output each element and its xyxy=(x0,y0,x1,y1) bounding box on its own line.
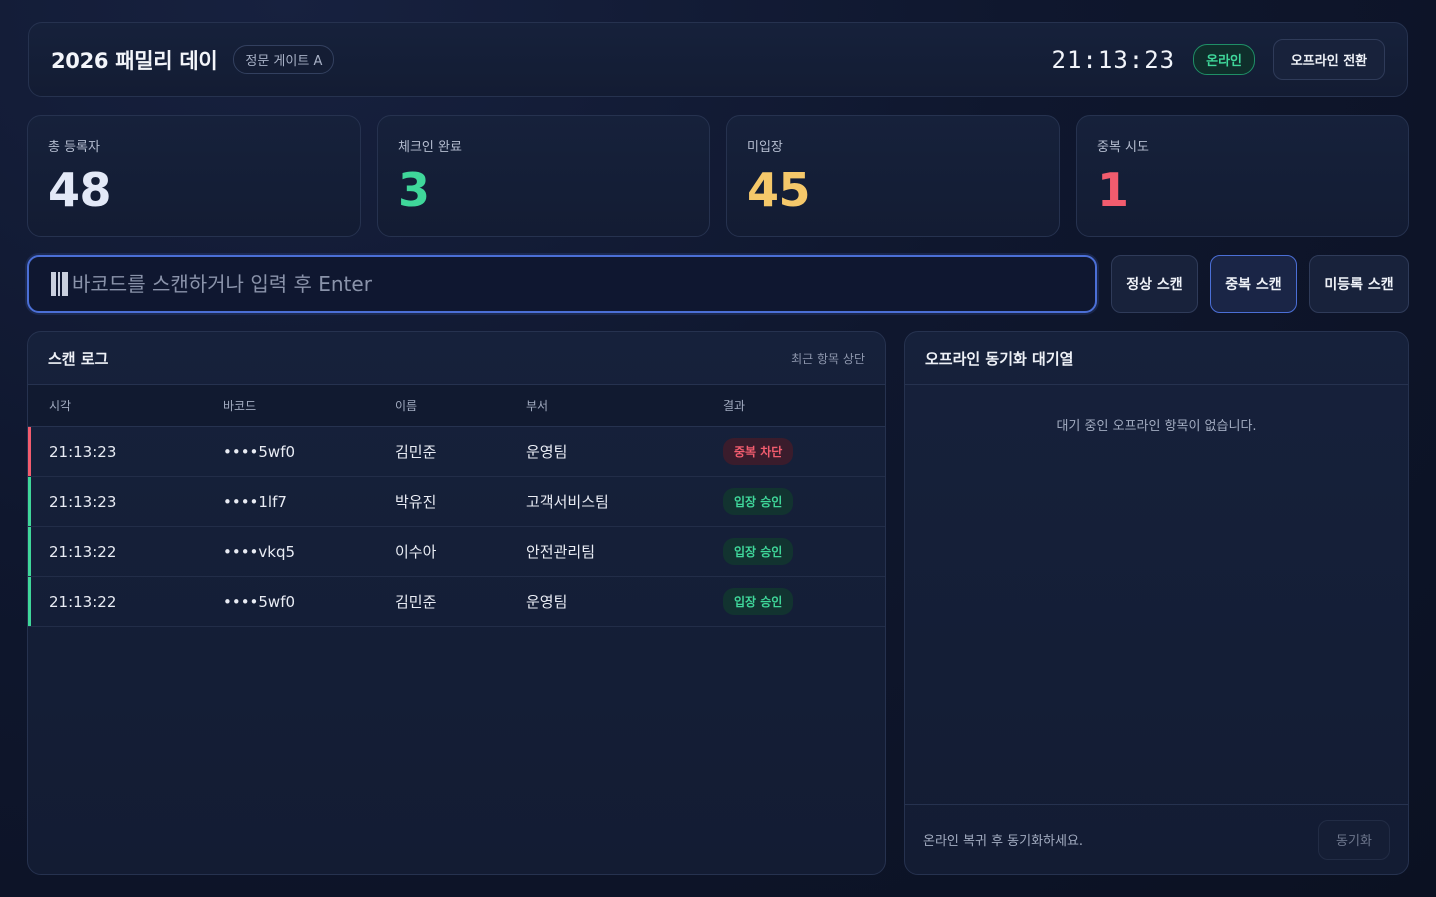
top-header: 2026 패밀리 데이 정문 게이트 A 21:13:23 온라인 오프라인 전… xyxy=(28,22,1408,97)
cell-dept: 고객서비스팀 xyxy=(526,493,609,511)
cell-barcode: ••••5wf0 xyxy=(223,442,296,461)
column-header-dept: 부서 xyxy=(526,399,549,413)
column-header-name: 이름 xyxy=(395,399,418,413)
online-status-badge: 온라인 xyxy=(1193,44,1255,75)
cell-dept: 안전관리팀 xyxy=(526,543,596,561)
stat-card-duplicate: 중복 시도 1 xyxy=(1076,115,1409,237)
event-title: 2026 패밀리 데이 xyxy=(51,48,218,73)
queue-footer: 온라인 복귀 후 동기화하세요. 동기화 xyxy=(905,804,1408,874)
sync-button[interactable]: 동기화 xyxy=(1318,819,1390,860)
scan-log-panel: 스캔 로그 최근 항목 상단 시각 바코드 이름 부서 결과 21:13:23 … xyxy=(27,331,886,875)
cell-dept: 운영팀 xyxy=(526,443,568,461)
offline-queue-panel: 오프라인 동기화 대기열 대기 중인 오프라인 항목이 없습니다. 온라인 복귀… xyxy=(904,331,1409,875)
table-row: 21:13:22 ••••5wf0 김민준 운영팀 입장 승인 xyxy=(28,577,885,627)
status-indicator xyxy=(28,427,31,476)
cell-time: 21:13:23 xyxy=(49,492,117,511)
cell-time: 21:13:23 xyxy=(49,442,117,461)
stat-label: 중복 시도 xyxy=(1097,140,1149,155)
stat-value: 45 xyxy=(747,163,811,217)
cell-barcode: ••••vkq5 xyxy=(223,542,296,561)
scan-log-header: 스캔 로그 최근 항목 상단 xyxy=(28,332,885,385)
status-indicator xyxy=(28,477,31,526)
queue-hint: 온라인 복귀 후 동기화하세요. xyxy=(923,834,1084,849)
duplicate-scan-button[interactable]: 중복 스캔 xyxy=(1210,255,1297,313)
cell-time: 21:13:22 xyxy=(49,592,117,611)
scan-log-title: 스캔 로그 xyxy=(48,349,109,368)
table-header: 시각 바코드 이름 부서 결과 xyxy=(28,385,885,427)
table-row: 21:13:23 ••••5wf0 김민준 운영팀 중복 차단 xyxy=(28,427,885,477)
stat-card-total: 총 등록자 48 xyxy=(27,115,361,237)
result-badge: 입장 승인 xyxy=(723,538,794,565)
result-badge: 입장 승인 xyxy=(723,588,794,615)
stat-label: 총 등록자 xyxy=(48,140,100,155)
queue-header: 오프라인 동기화 대기열 xyxy=(905,332,1408,385)
gate-badge: 정문 게이트 A xyxy=(233,45,335,74)
cell-dept: 운영팀 xyxy=(526,593,568,611)
cell-name: 김민준 xyxy=(395,593,437,611)
status-indicator xyxy=(28,577,31,626)
column-header-result: 결과 xyxy=(723,399,746,413)
cell-name: 김민준 xyxy=(395,443,437,461)
barcode-input[interactable] xyxy=(72,272,1095,296)
header-right: 21:13:23 온라인 오프라인 전환 xyxy=(1052,39,1385,80)
scan-log-subtitle: 최근 항목 상단 xyxy=(791,351,865,366)
queue-title: 오프라인 동기화 대기열 xyxy=(925,349,1074,368)
offline-toggle-button[interactable]: 오프라인 전환 xyxy=(1273,39,1385,80)
stat-label: 체크인 완료 xyxy=(398,140,462,155)
result-badge: 중복 차단 xyxy=(723,438,794,465)
barcode-icon xyxy=(51,271,70,297)
stat-value: 1 xyxy=(1097,163,1129,217)
normal-scan-button[interactable]: 정상 스캔 xyxy=(1111,255,1198,313)
stat-label: 미입장 xyxy=(747,140,783,155)
column-header-barcode: 바코드 xyxy=(223,399,257,413)
scan-input-wrapper xyxy=(27,255,1097,313)
table-row: 21:13:23 ••••1lf7 박유진 고객서비스팀 입장 승인 xyxy=(28,477,885,527)
cell-name: 이수아 xyxy=(395,543,437,561)
cell-name: 박유진 xyxy=(395,493,437,511)
stat-value: 3 xyxy=(398,163,430,217)
status-indicator xyxy=(28,527,31,576)
stat-card-checked-in: 체크인 완료 3 xyxy=(377,115,710,237)
queue-empty-message: 대기 중인 오프라인 항목이 없습니다. xyxy=(1056,419,1257,434)
stat-value: 48 xyxy=(48,163,112,217)
clock: 21:13:23 xyxy=(1051,45,1176,74)
result-badge: 입장 승인 xyxy=(723,488,794,515)
column-header-time: 시각 xyxy=(49,399,72,413)
stat-card-not-entered: 미입장 45 xyxy=(726,115,1060,237)
unregistered-scan-button[interactable]: 미등록 스캔 xyxy=(1309,255,1409,313)
table-row: 21:13:22 ••••vkq5 이수아 안전관리팀 입장 승인 xyxy=(28,527,885,577)
cell-barcode: ••••1lf7 xyxy=(223,492,287,511)
cell-time: 21:13:22 xyxy=(49,542,117,561)
cell-barcode: ••••5wf0 xyxy=(223,592,296,611)
